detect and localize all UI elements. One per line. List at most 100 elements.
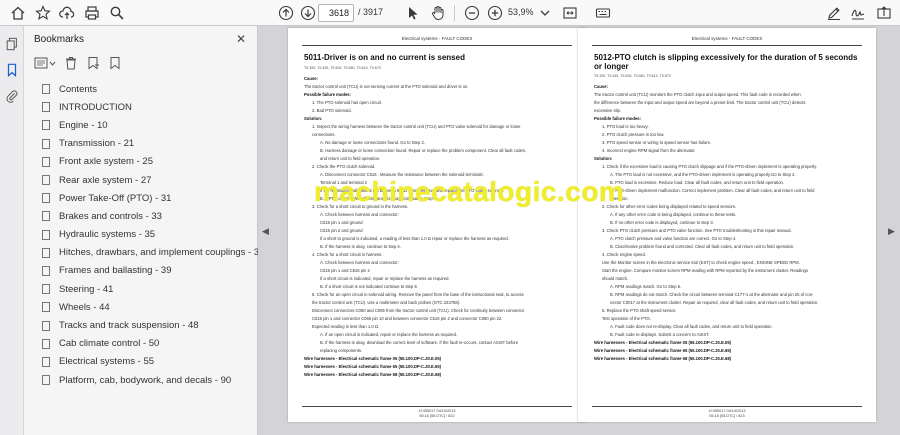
bookmark-item[interactable]: Hydraulic systems - 35 <box>34 226 254 244</box>
toolbar: 3618 / 3917 53,9% <box>0 0 900 26</box>
bookmark-item[interactable]: INTRODUCTION <box>34 98 254 116</box>
bookmark-item[interactable]: Engine - 10 <box>34 116 254 134</box>
bookmark-item[interactable]: Frames and ballasting - 39 <box>34 262 254 280</box>
next-page-icon[interactable] <box>298 3 318 23</box>
zoom-in-icon[interactable] <box>485 3 505 23</box>
bookmark-ribbon-icon[interactable] <box>4 62 20 78</box>
page-text-line: Wire harnesses - Electrical schematic fr… <box>594 340 732 345</box>
bookmark-item[interactable]: Rear axle system - 27 <box>34 171 254 189</box>
bookmark-page-icon <box>42 375 50 386</box>
page-text-line: Wire harnesses - Electrical schematic fr… <box>594 348 732 353</box>
page-text-line: Wire harnesses - Electrical schematic fr… <box>304 372 442 377</box>
page-header: Electrical systems - FAULT CODES <box>691 36 763 41</box>
share-icon[interactable] <box>874 3 894 23</box>
model-list: T9.390, T9.435, T9.505, T9.560, T9.615, … <box>594 74 671 78</box>
delete-bookmark-icon[interactable] <box>64 56 78 70</box>
page-text-line: the tractor control unit (TCU). Use a mu… <box>312 300 461 305</box>
bookmark-page-icon <box>42 138 50 149</box>
page-text-line: If a short to ground is indicated, a rea… <box>320 236 509 241</box>
page-text-line: replacing components. <box>320 348 363 353</box>
new-bookmark-icon[interactable] <box>86 56 100 70</box>
page-thumbnails-icon[interactable] <box>4 36 20 52</box>
bookmark-page-icon <box>42 102 50 113</box>
bookmark-page-icon <box>42 265 50 276</box>
page-text-line: A. RPM readings match. Go to Step 5. <box>610 284 682 289</box>
page-footer: 47455017 04/10/2013 55.16 [55.DTC] / 823 <box>578 409 876 418</box>
document-viewer[interactable]: ◀ ▶ ▶ Electrical systems - FAULT CODES 5… <box>258 26 900 435</box>
bookmark-label: Contents <box>59 83 98 95</box>
bookmark-item[interactable]: Cab climate control - 50 <box>34 335 254 353</box>
page-text-line: Wire harnesses - Electrical schematic fr… <box>304 364 442 369</box>
chevron-down-icon[interactable] <box>535 3 555 23</box>
keyboard-icon[interactable] <box>593 3 613 23</box>
page-text-line: A. Check between harness and connector: <box>320 212 399 217</box>
page-number-input[interactable]: 3618 <box>318 4 354 22</box>
print-icon[interactable] <box>82 3 102 23</box>
fit-page-icon[interactable] <box>560 3 580 23</box>
page-text-line: If a short circuit is indicated, repair … <box>320 276 450 281</box>
select-cursor-icon[interactable] <box>403 3 423 23</box>
bookmark-item[interactable]: Wheels - 44 <box>34 298 254 316</box>
zoom-out-icon[interactable] <box>462 3 482 23</box>
page-text-line: Possible failure modes: <box>594 116 642 121</box>
page-text-line: Cause: <box>594 84 608 89</box>
page-text-line: 5. Replace the PTO shaft speed sensor. <box>602 308 677 313</box>
scroll-right-edge-icon[interactable]: ▶ <box>888 226 895 237</box>
bookmark-options-icon[interactable] <box>34 56 56 70</box>
sign-icon[interactable] <box>848 3 868 23</box>
page-text-line: 1. PTO load is too heavy. <box>602 124 649 129</box>
edit-pen-icon[interactable] <box>824 3 844 23</box>
bookmark-item[interactable]: Contents <box>34 80 254 98</box>
bookmark-page-icon <box>42 338 50 349</box>
bookmark-item[interactable]: Transmission - 21 <box>34 135 254 153</box>
close-icon[interactable]: ✕ <box>236 32 246 46</box>
previous-page-icon[interactable] <box>276 3 296 23</box>
pdf-page-left: Electrical systems - FAULT CODES 5011-Dr… <box>288 28 586 422</box>
bookmark-label: Transmission - 21 <box>59 138 135 150</box>
page-text-line: Possible failure modes: <box>304 92 352 97</box>
page-text-line: 1. Inspect the wiring harness between th… <box>312 124 521 129</box>
pdf-page-right: Electrical systems - FAULT CODES 5012-PT… <box>578 28 876 422</box>
page-text-line: operation. <box>610 196 629 201</box>
page-text-line: Solution: <box>594 156 613 161</box>
bookmark-tools <box>34 54 122 72</box>
page-text-line: 2. Check for other error codes being dis… <box>602 204 737 209</box>
bookmark-item[interactable]: Front axle system - 25 <box>34 153 254 171</box>
panel-title: Bookmarks <box>34 34 85 45</box>
page-text-line: 1. Check if the excessive load is causin… <box>602 164 818 169</box>
bookmark-item[interactable]: Platform, cab, bodywork, and decals - 90 <box>34 371 254 389</box>
page-text-line: 2. PTO clutch pressure is too low. <box>602 132 665 137</box>
bookmark-item[interactable]: Steering - 41 <box>34 280 254 298</box>
hand-tool-icon[interactable] <box>428 3 448 23</box>
bookmark-item[interactable]: Hitches, drawbars, and implement couplin… <box>34 244 264 262</box>
page-text-line: B. If the harness is okay, continue to s… <box>320 244 401 249</box>
cloud-upload-icon[interactable] <box>57 3 77 23</box>
page-text-line: 5. Check for an open circuit in solenoid… <box>312 292 524 297</box>
bookmark-item[interactable]: Power Take-Off (PTO) - 31 <box>34 189 254 207</box>
bookmark-page-icon <box>42 84 50 95</box>
expand-bookmark-icon[interactable] <box>108 56 122 70</box>
footer-page-ref: 55.16 [55.DTC] / 822 <box>419 413 455 418</box>
page-total: / 3917 <box>358 7 384 17</box>
page-text-line: B. PTO load is excessive. Reduce load. C… <box>610 180 785 185</box>
bookmark-item[interactable]: Electrical systems - 55 <box>34 353 254 371</box>
bookmark-label: Hydraulic systems - 35 <box>59 229 156 241</box>
bookmark-item[interactable]: Tracks and track suspension - 48 <box>34 316 254 334</box>
attachment-paperclip-icon[interactable] <box>4 88 20 104</box>
bookmark-label: Power Take-Off (PTO) - 31 <box>59 192 172 204</box>
bookmark-page-icon <box>42 193 50 204</box>
zoom-level[interactable]: 53,9% <box>508 7 534 17</box>
home-icon[interactable] <box>8 3 28 23</box>
page-text-line: Solution: <box>304 116 323 121</box>
scroll-left-icon[interactable]: ◀ <box>262 226 269 237</box>
page-text-line: Test operation of the PTO. <box>602 316 651 321</box>
bookmark-item[interactable]: Brakes and controls - 33 <box>34 207 254 225</box>
page-text-line: Cause: <box>304 76 318 81</box>
bookmark-star-icon[interactable] <box>33 3 53 23</box>
bookmark-label: Tracks and track suspension - 48 <box>59 320 199 332</box>
bookmark-list: Contents INTRODUCTION Engine - 10 Transmiss… <box>34 80 264 389</box>
page-text-line: 2. Check the PTO clutch solenoid. <box>312 164 376 169</box>
bookmark-label: Cab climate control - 50 <box>59 338 160 350</box>
search-icon[interactable] <box>107 3 127 23</box>
page-text-line: A. If any other error code is being disp… <box>610 212 737 217</box>
